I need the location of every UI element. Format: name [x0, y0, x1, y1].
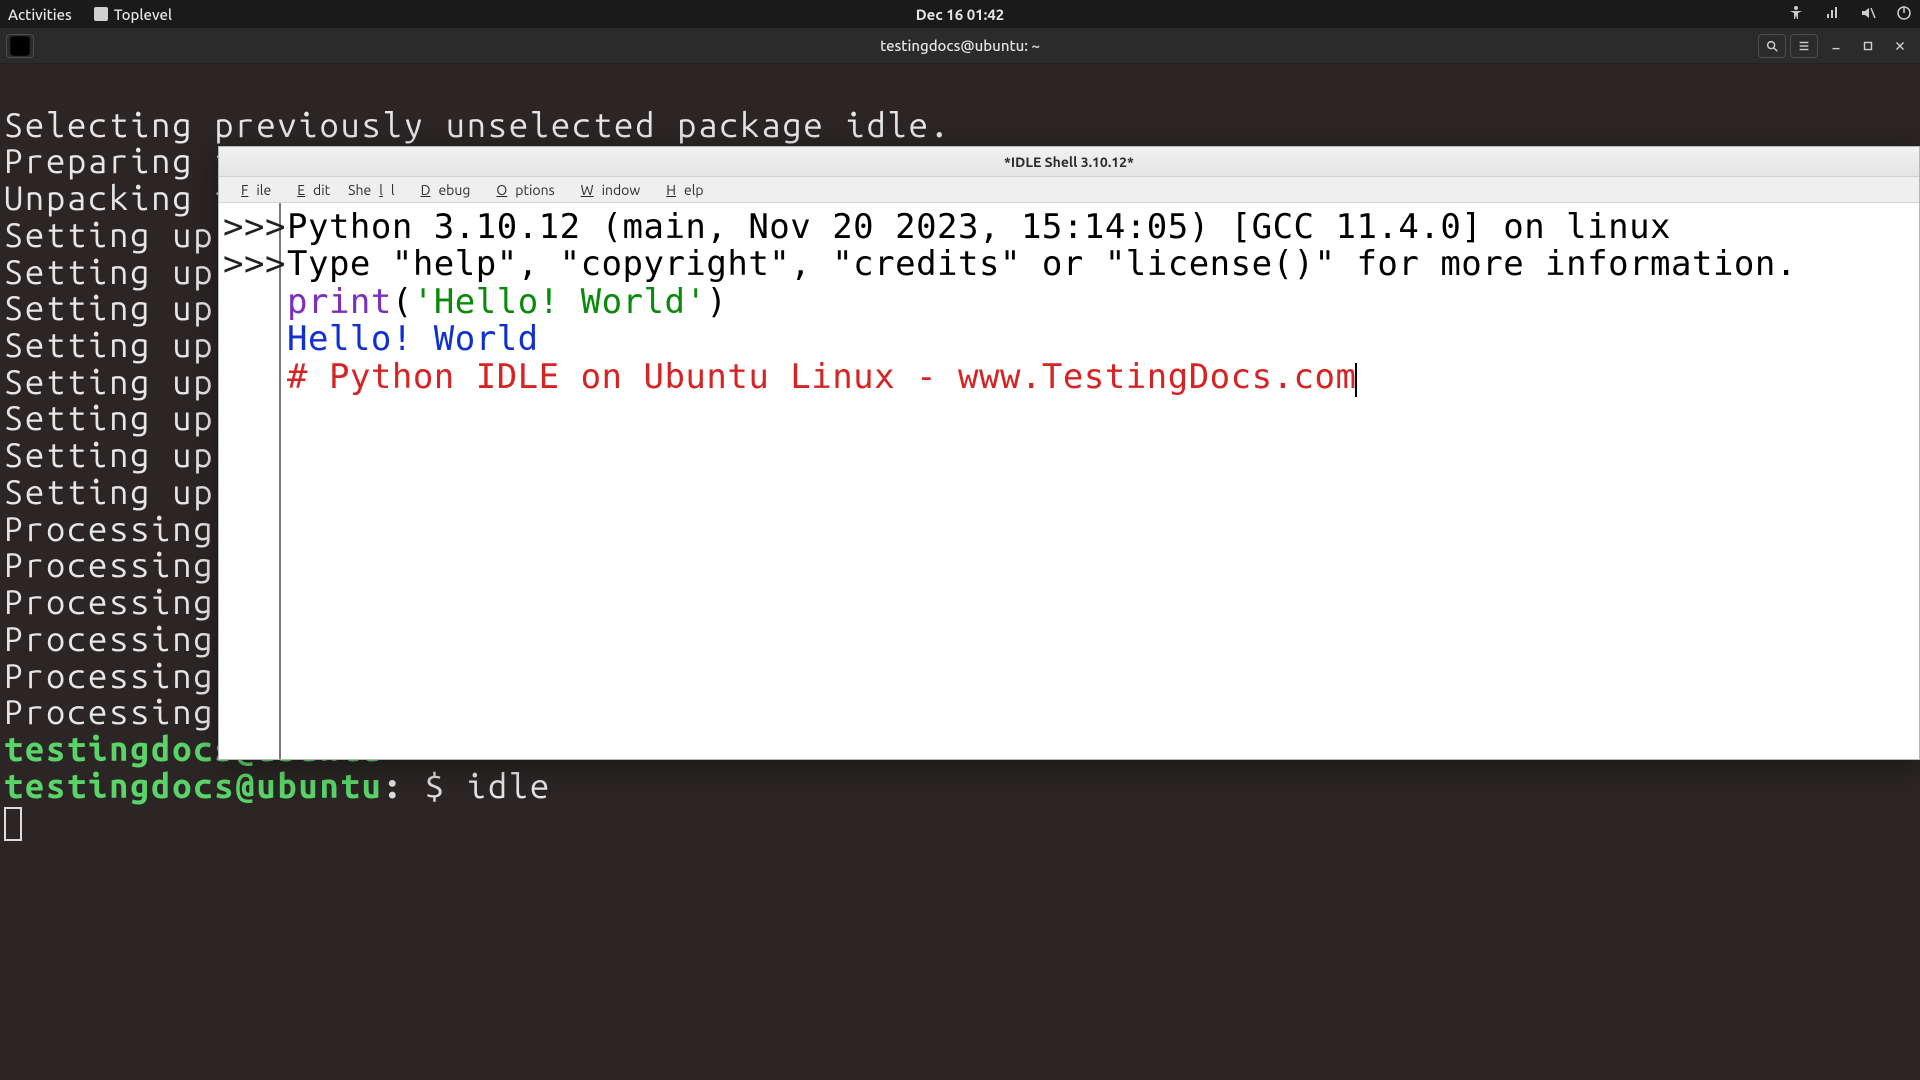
idle-title: *IDLE Shell 3.10.12* — [1004, 154, 1134, 170]
menu-file[interactable]: File — [225, 180, 279, 200]
system-tray[interactable] — [1788, 5, 1912, 24]
menu-debug[interactable]: Debug — [405, 180, 479, 200]
terminal-title: testingdocs@ubuntu: ~ — [880, 37, 1040, 54]
term-line: Selecting previously unselected package … — [4, 106, 951, 144]
prompt-user: testingdocs@ubuntu — [4, 767, 383, 805]
menu-shell[interactable]: Shell — [340, 180, 402, 200]
menu-window[interactable]: Window — [565, 180, 649, 200]
idle-content[interactable]: Python 3.10.12 (main, Nov 20 2023, 15:14… — [281, 203, 1919, 759]
close-button[interactable] — [1886, 34, 1914, 58]
clock[interactable]: Dec 16 01:42 — [916, 6, 1005, 23]
minimize-button[interactable] — [1822, 34, 1850, 58]
active-app-indicator[interactable]: Toplevel — [94, 6, 172, 23]
menu-edit[interactable]: Edit — [281, 180, 338, 200]
volume-icon[interactable] — [1860, 5, 1876, 24]
idle-menubar: File Edit Shell Debug Options Window Hel… — [219, 177, 1919, 203]
prompt-dollar: $ — [425, 767, 446, 805]
code-comment: # Python IDLE on Ubuntu Linux - www.Test… — [287, 357, 1356, 397]
active-app-name: Toplevel — [114, 6, 172, 23]
menu-options[interactable]: Options — [480, 180, 562, 200]
idle-titlebar[interactable]: *IDLE Shell 3.10.12* — [219, 147, 1919, 177]
terminal-cursor — [4, 807, 22, 841]
idle-prompt: >>> — [223, 244, 286, 284]
idle-window: *IDLE Shell 3.10.12* File Edit Shell Deb… — [218, 146, 1920, 760]
app-icon — [94, 7, 108, 21]
hamburger-menu-icon[interactable] — [1790, 34, 1818, 58]
gnome-top-bar: Activities Toplevel Dec 16 01:42 — [0, 0, 1920, 28]
prompt-sep: : — [383, 767, 404, 805]
code-string: 'Hello! World' — [413, 282, 707, 322]
idle-prompt-gutter: >>> >>> — [219, 203, 281, 759]
maximize-button[interactable] — [1854, 34, 1882, 58]
idle-banner: Python 3.10.12 (main, Nov 20 2023, 15:14… — [287, 207, 1671, 247]
menu-help[interactable]: Help — [650, 180, 711, 200]
idle-body[interactable]: >>> >>> Python 3.10.12 (main, Nov 20 202… — [219, 203, 1919, 759]
new-tab-button[interactable] — [6, 34, 34, 58]
activities-button[interactable]: Activities — [8, 6, 72, 23]
search-icon[interactable] — [1758, 34, 1786, 58]
power-icon[interactable] — [1896, 5, 1912, 24]
accessibility-icon[interactable] — [1788, 5, 1804, 24]
code-paren: ( — [392, 282, 413, 322]
code-paren: ) — [706, 282, 727, 322]
code-output: Hello! World — [287, 319, 539, 359]
code-func: print — [287, 282, 392, 322]
idle-banner: Type "help", "copyright", "credits" or "… — [287, 244, 1797, 284]
prompt-command: idle — [467, 767, 551, 805]
network-icon[interactable] — [1824, 5, 1840, 24]
terminal-titlebar: testingdocs@ubuntu: ~ — [0, 28, 1920, 64]
idle-prompt: >>> — [223, 207, 286, 247]
idle-cursor — [1355, 363, 1357, 397]
